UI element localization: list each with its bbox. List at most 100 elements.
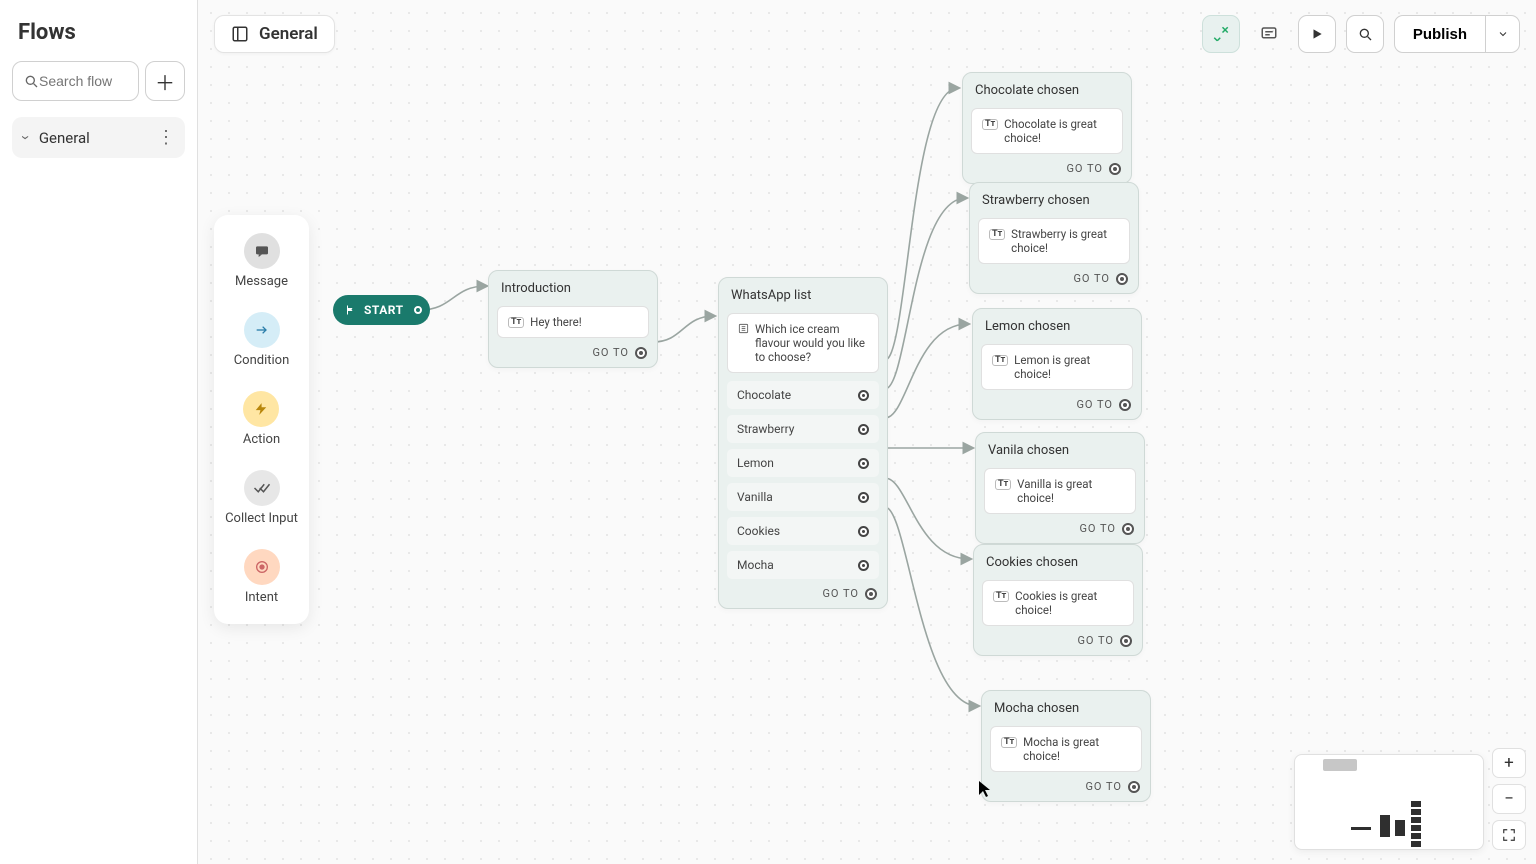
canvas[interactable]: Message Condition Action Collect Input I… [198, 0, 1536, 864]
option-chocolate[interactable]: Chocolate [727, 381, 879, 409]
node-vanila-chosen[interactable]: Vanila chosen TтVanilla is great choice!… [975, 432, 1145, 544]
port-out[interactable] [1120, 635, 1132, 647]
option-mocha[interactable]: Mocha [727, 551, 879, 579]
goto[interactable]: GO TO [1085, 780, 1140, 793]
flow-tab[interactable]: General [214, 15, 335, 53]
node-mocha-chosen[interactable]: Mocha chosen TтMocha is great choice! GO… [981, 690, 1151, 802]
palette-message[interactable]: Message [235, 233, 288, 290]
port-out[interactable] [858, 458, 869, 469]
node-body: Tт Cookies is great choice! [982, 580, 1134, 626]
flag-icon [345, 304, 357, 316]
node-body: Which ice cream flavour would you like t… [727, 313, 879, 373]
node-title: Cookies chosen [974, 545, 1142, 576]
fullscreen-button[interactable] [1492, 820, 1526, 850]
option-vanilla[interactable]: Vanilla [727, 483, 879, 511]
port-out[interactable] [858, 560, 869, 571]
sidebar-item-general[interactable]: › General ⋮ [12, 117, 185, 158]
option-strawberry[interactable]: Strawberry [727, 415, 879, 443]
goto-label: GO TO [1066, 162, 1103, 175]
palette-action[interactable]: Action [243, 391, 280, 448]
node-text: Lemon is great choice! [1014, 353, 1122, 381]
text-type-icon: Tт [982, 119, 998, 130]
palette-label: Message [235, 275, 288, 290]
port-out[interactable] [858, 492, 869, 503]
goto-label: GO TO [1077, 634, 1114, 647]
arrow-right-icon [244, 312, 280, 348]
palette-label: Intent [245, 591, 278, 606]
tools-button[interactable] [1202, 15, 1240, 53]
node-body: TтLemon is great choice! [981, 344, 1133, 390]
goto[interactable]: GO TO [1079, 522, 1134, 535]
play-icon [1310, 27, 1324, 41]
node-lemon-chosen[interactable]: Lemon chosen TтLemon is great choice! GO… [972, 308, 1142, 420]
goto[interactable]: GO TO [1073, 272, 1128, 285]
palette-label: Condition [234, 354, 290, 369]
node-text: Cookies is great choice! [1015, 589, 1123, 617]
topbar-actions: Publish [1202, 15, 1520, 53]
node-title: Vanila chosen [976, 433, 1144, 464]
node-title: Mocha chosen [982, 691, 1150, 722]
port-out[interactable] [1116, 273, 1128, 285]
goto-label: GO TO [592, 346, 629, 359]
node-introduction[interactable]: Introduction Tт Hey there! GO TO [488, 270, 658, 368]
minimap[interactable] [1294, 754, 1484, 850]
port-out[interactable] [635, 347, 647, 359]
goto[interactable]: GO TO [822, 587, 877, 600]
kebab-icon[interactable]: ⋮ [157, 127, 173, 148]
palette-condition[interactable]: Condition [234, 312, 290, 369]
tools-icon [1212, 25, 1230, 43]
message-icon [244, 233, 280, 269]
search-row: ＋ [12, 61, 185, 101]
node-chocolate-chosen[interactable]: Chocolate chosen TтChocolate is great ch… [962, 72, 1132, 184]
search-flows-input-wrap[interactable] [12, 61, 139, 101]
start-label: START [364, 303, 404, 317]
node-text: Hey there! [530, 315, 582, 329]
port-out[interactable] [1119, 399, 1131, 411]
goto-label: GO TO [822, 587, 859, 600]
goto[interactable]: GO TO [592, 346, 647, 359]
node-cookies-chosen[interactable]: Cookies chosen Tт Cookies is great choice… [973, 544, 1143, 656]
target-icon [244, 549, 280, 585]
option-cookies[interactable]: Cookies [727, 517, 879, 545]
text-type-icon: Tт [993, 591, 1009, 602]
node-strawberry-chosen[interactable]: Strawberry chosen TтStrawberry is great … [969, 182, 1139, 294]
port-out[interactable] [865, 588, 877, 600]
zoom-in-button[interactable]: + [1492, 748, 1526, 778]
palette-collect-input[interactable]: Collect Input [225, 470, 298, 527]
add-flow-button[interactable]: ＋ [145, 61, 185, 101]
goto[interactable]: GO TO [1076, 398, 1131, 411]
port-out[interactable] [858, 390, 869, 401]
plus-icon: ＋ [155, 67, 175, 96]
option-label: Strawberry [737, 422, 794, 436]
comments-button[interactable] [1250, 15, 1288, 53]
port-out[interactable] [858, 526, 869, 537]
port-out[interactable] [1109, 163, 1121, 175]
option-lemon[interactable]: Lemon [727, 449, 879, 477]
port-out[interactable] [412, 304, 424, 316]
port-out[interactable] [858, 424, 869, 435]
zoom-out-button[interactable]: − [1492, 784, 1526, 814]
goto[interactable]: GO TO [1066, 162, 1121, 175]
search-flows-input[interactable] [39, 73, 117, 89]
publish-button[interactable]: Publish [1394, 15, 1486, 53]
publish-dropdown-button[interactable] [1486, 15, 1520, 53]
node-whatsapp-list[interactable]: WhatsApp list Which ice cream flavour wo… [718, 277, 888, 609]
search-canvas-button[interactable] [1346, 15, 1384, 53]
node-body: TтStrawberry is great choice! [978, 218, 1130, 264]
list-icon [738, 323, 749, 334]
node-title: Lemon chosen [973, 309, 1141, 340]
node-palette: Message Condition Action Collect Input I… [214, 215, 309, 624]
goto[interactable]: GO TO [1077, 634, 1132, 647]
play-button[interactable] [1298, 15, 1336, 53]
double-check-icon [244, 470, 280, 506]
flow-item-label: General [39, 129, 147, 147]
node-text: Chocolate is great choice! [1004, 117, 1112, 145]
zoom-controls: + − [1492, 748, 1526, 850]
option-label: Lemon [737, 456, 774, 470]
text-type-icon: Tт [989, 229, 1005, 240]
goto-label: GO TO [1076, 398, 1113, 411]
palette-intent[interactable]: Intent [244, 549, 280, 606]
port-out[interactable] [1122, 523, 1134, 535]
start-node[interactable]: START [333, 295, 430, 325]
port-out[interactable] [1128, 781, 1140, 793]
